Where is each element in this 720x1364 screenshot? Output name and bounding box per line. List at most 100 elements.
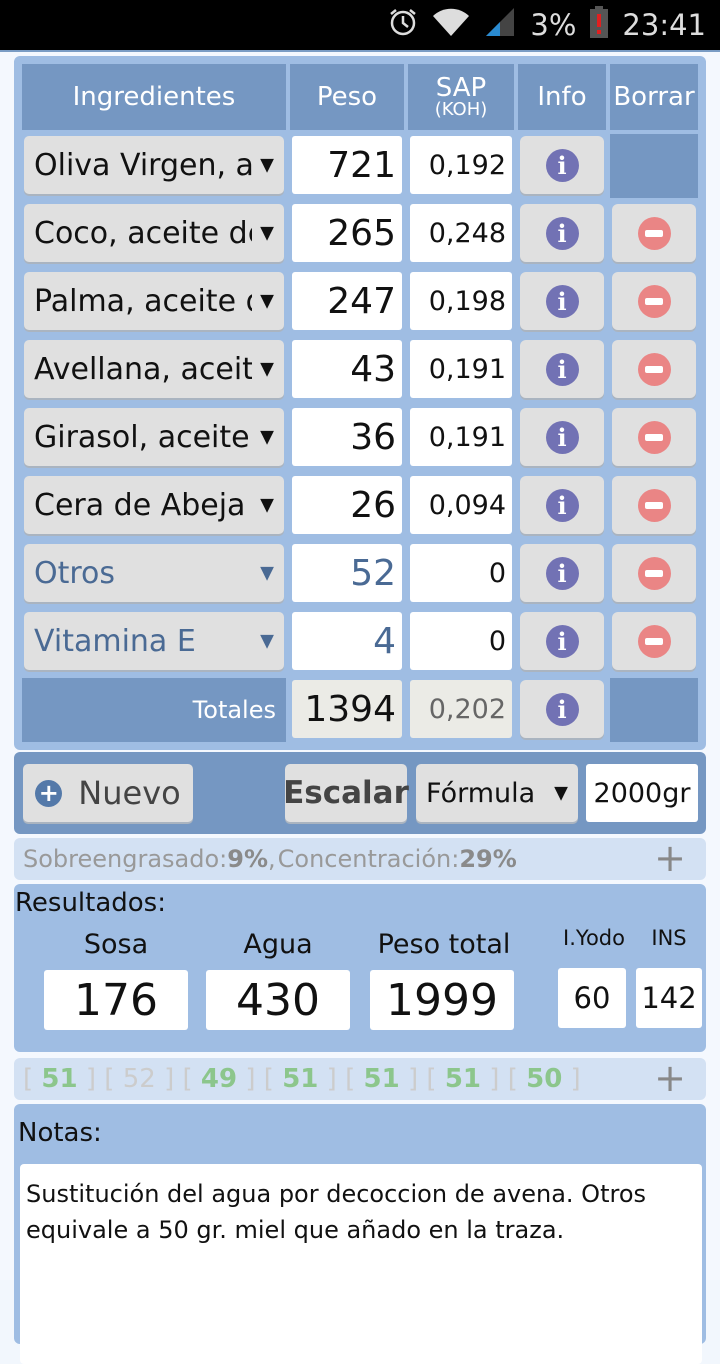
delete-button[interactable] — [612, 272, 696, 330]
weight-input[interactable]: 43 — [292, 340, 402, 398]
minus-circle-icon — [637, 556, 671, 590]
total-weight: 1394 — [292, 680, 402, 738]
ingredient-select[interactable]: Coco, aceite de ▼ — [24, 204, 284, 262]
info-icon: i — [545, 216, 579, 250]
target-weight-input[interactable]: 2000gr — [586, 764, 698, 822]
delete-button[interactable] — [612, 408, 696, 466]
superfat-label: Sobreengrasado: — [23, 845, 228, 873]
total-weight-value: 1999 — [370, 970, 514, 1030]
header-delete: Borrar — [610, 64, 698, 130]
chevron-down-icon: ▼ — [260, 290, 274, 312]
property-number: 49 — [200, 1064, 238, 1094]
delete-button[interactable] — [612, 204, 696, 262]
property-value: [ 49 ] — [183, 1064, 264, 1094]
sap-input[interactable]: 0,248 — [410, 204, 512, 262]
info-button[interactable]: i — [520, 408, 604, 466]
notes-textarea[interactable]: Sustitución del agua por decoccion de av… — [20, 1164, 702, 1364]
ingredient-select[interactable]: Oliva Virgen, aceite de ▼ — [24, 136, 284, 194]
sap-input[interactable]: 0,094 — [410, 476, 512, 534]
delete-button[interactable] — [612, 612, 696, 670]
properties-summary[interactable]: [ 51 ] [ 52 ] [ 49 ] [ 51 ] [ 51 ] [ 51 … — [14, 1056, 706, 1100]
weight-input[interactable]: 52 — [292, 544, 402, 602]
delete-button[interactable] — [612, 476, 696, 534]
info-icon: i — [545, 284, 579, 318]
ingredient-select[interactable]: Palma, aceite de ▼ — [24, 272, 284, 330]
scale-mode-select[interactable]: Fórmula ▼ — [416, 764, 578, 822]
minus-circle-icon — [637, 284, 671, 318]
info-button[interactable]: i — [520, 476, 604, 534]
scale-label: Escalar — [283, 775, 409, 811]
sap-input[interactable]: 0,191 — [410, 340, 512, 398]
weight-input[interactable]: 721 — [292, 136, 402, 194]
delete-cell-empty — [610, 134, 698, 198]
delete-button[interactable] — [612, 544, 696, 602]
sap-input[interactable]: 0,198 — [410, 272, 512, 330]
info-button[interactable]: i — [520, 204, 604, 262]
info-icon: i — [545, 488, 579, 522]
sap-input[interactable]: 0,192 — [410, 136, 512, 194]
property-value: [ 51 ] — [264, 1064, 345, 1094]
info-button[interactable]: i — [520, 340, 604, 398]
battery-low-icon — [590, 5, 609, 45]
results-panel: Resultados: Sosa Agua Peso total I.Yodo … — [14, 884, 706, 1052]
ingredient-select[interactable]: Vitamina E ▼ — [24, 612, 284, 670]
totals-empty-cell — [610, 678, 698, 742]
property-number: 50 — [526, 1064, 563, 1094]
ingredient-select[interactable]: Cera de Abeja ▼ — [24, 476, 284, 534]
sap-input[interactable]: 0 — [410, 544, 512, 602]
ingredient-select[interactable]: Avellana, aceite de ▼ — [24, 340, 284, 398]
header-sap: SAP (KOH) — [408, 64, 514, 130]
sap-input[interactable]: 0 — [410, 612, 512, 670]
new-ingredient-label: Nuevo — [78, 774, 181, 812]
info-icon: i — [545, 420, 579, 454]
water-value: 430 — [206, 970, 350, 1030]
sap-input[interactable]: 0,191 — [410, 408, 512, 466]
bracket-open: [ — [507, 1064, 527, 1094]
info-button[interactable]: i — [520, 612, 604, 670]
totals-label-cell: Totales — [22, 678, 286, 742]
iodine-value: 60 — [558, 968, 626, 1028]
water-label: Agua — [243, 929, 313, 960]
status-bar: 3% 23:41 — [0, 0, 720, 50]
expand-plus-icon[interactable]: + — [654, 836, 686, 880]
header-weight: Peso — [290, 64, 404, 130]
soap-calculator-page: Ingredientes Peso SAP (KOH) Info Borrar … — [0, 52, 720, 1364]
bracket-open: [ — [426, 1064, 445, 1094]
property-number: 51 — [41, 1064, 78, 1094]
minus-circle-icon — [637, 352, 671, 386]
info-icon: i — [545, 692, 579, 726]
ingredient-name: Otros — [34, 555, 116, 591]
bracket-open: [ — [23, 1064, 42, 1094]
totals-info-button[interactable]: i — [520, 680, 604, 738]
weight-input[interactable]: 26 — [292, 476, 402, 534]
minus-circle-icon — [637, 488, 671, 522]
info-button[interactable]: i — [520, 272, 604, 330]
chevron-down-icon: ▼ — [554, 782, 568, 804]
superfat-value: 9% — [227, 845, 269, 873]
weight-input[interactable]: 265 — [292, 204, 402, 262]
weight-input[interactable]: 247 — [292, 272, 402, 330]
new-ingredient-button[interactable]: + Nuevo — [23, 764, 193, 822]
ingredient-select[interactable]: Girasol, aceite ▼ — [24, 408, 284, 466]
weight-input[interactable]: 4 — [292, 612, 402, 670]
concentration-label: Concentración: — [277, 845, 460, 873]
summary-separator: , — [268, 845, 276, 873]
info-button[interactable]: i — [520, 544, 604, 602]
info-icon: i — [545, 624, 579, 658]
scale-button[interactable]: Escalar — [283, 764, 409, 822]
notes-panel: Notas: Sustitución del agua por decoccio… — [14, 1104, 706, 1364]
header-ingredients: Ingredientes — [22, 64, 286, 130]
weight-input[interactable]: 36 — [292, 408, 402, 466]
notes-title: Notas: — [18, 1118, 102, 1148]
superfat-summary[interactable]: Sobreengrasado: 9% , Concentración: 29% … — [14, 836, 706, 880]
delete-button[interactable] — [612, 340, 696, 398]
property-number: 51 — [444, 1064, 481, 1094]
ins-label: INS — [651, 926, 687, 950]
bracket-open: [ — [263, 1064, 283, 1094]
bracket-open: [ — [345, 1064, 364, 1094]
property-value: [ 52 ] — [104, 1064, 182, 1094]
expand-plus-icon[interactable]: + — [654, 1056, 686, 1100]
ingredient-select[interactable]: Otros ▼ — [24, 544, 284, 602]
ingredient-name: Vitamina E — [34, 623, 196, 659]
info-button[interactable]: i — [520, 136, 604, 194]
